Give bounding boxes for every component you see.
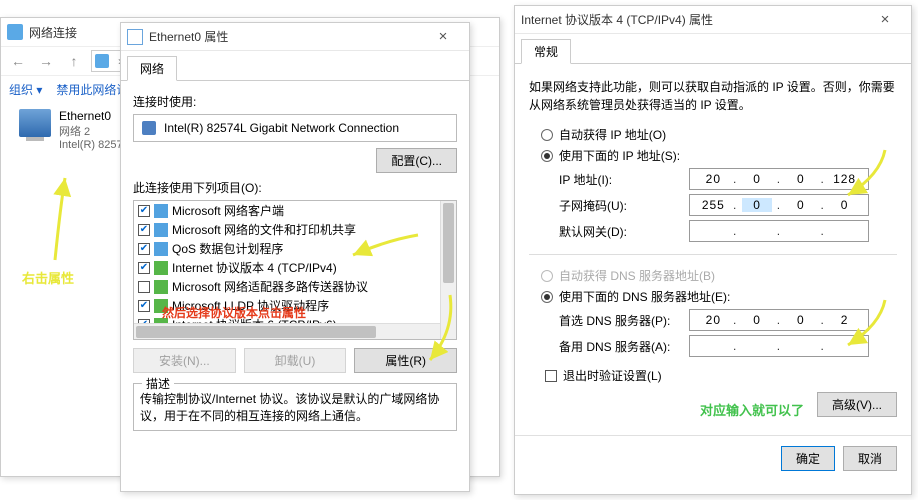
radio-mark [541, 270, 553, 282]
ip-titlebar: Internet 协议版本 4 (TCP/IPv4) 属性 × [515, 6, 911, 34]
description-legend: 描述 [142, 375, 174, 392]
ethernet-icon [127, 29, 143, 45]
configure-button[interactable]: 配置(C)... [376, 148, 457, 173]
connect-using-label: 连接时使用: [133, 93, 457, 110]
dns1-input[interactable]: 20. 0. 0. 2 [689, 309, 869, 331]
install-button: 安装(N)... [133, 348, 236, 373]
radio-static-ip[interactable]: 使用下面的 IP 地址(S): [541, 147, 897, 164]
field-dns2: 备用 DNS 服务器(A): ... [559, 335, 897, 357]
field-gateway: 默认网关(D): ... [559, 220, 897, 242]
adapter-status: 网络 2 [59, 123, 129, 139]
radio-mark [541, 291, 553, 303]
ip-address-label: IP 地址(I): [559, 171, 689, 188]
items-label: 此连接使用下列项目(O): [133, 179, 457, 196]
item-checkbox[interactable] [138, 205, 150, 217]
protocol-item[interactable]: Microsoft 网络的文件和打印机共享 [134, 220, 456, 239]
ip-intro-text: 如果网络支持此功能，则可以获取自动指派的 IP 设置。否则，你需要从网络系统管理… [529, 78, 897, 114]
tab-general[interactable]: 常规 [521, 39, 571, 64]
adapter-text: Ethernet0 网络 2 Intel(R) 82574 [59, 109, 129, 151]
item-checkbox[interactable] [138, 262, 150, 274]
protocol-label: QoS 数据包计划程序 [172, 240, 283, 257]
horizontal-scrollbar[interactable] [134, 323, 440, 339]
protocol-label: Microsoft 网络客户端 [172, 202, 284, 219]
network-icon [7, 24, 23, 40]
field-dns1: 首选 DNS 服务器(P): 20. 0. 0. 2 [559, 309, 897, 331]
subnet-mask-label: 子网掩码(U): [559, 197, 689, 214]
up-button[interactable]: ↑ [63, 50, 85, 72]
radio-label: 使用下面的 IP 地址(S): [559, 147, 680, 164]
gateway-label: 默认网关(D): [559, 223, 689, 240]
protocol-icon [154, 204, 168, 218]
scroll-thumb[interactable] [443, 203, 454, 283]
close-button[interactable]: × [423, 23, 463, 51]
dns2-input[interactable]: ... [689, 335, 869, 357]
radio-label: 自动获得 DNS 服务器地址(B) [559, 267, 715, 284]
protocol-item[interactable]: Internet 协议版本 4 (TCP/IPv4) [134, 258, 456, 277]
network-icon [95, 54, 109, 68]
validate-checkbox[interactable]: 退出时验证设置(L) [545, 367, 897, 384]
organize-menu[interactable]: 组织 ▾ [9, 81, 42, 98]
ipv4-properties-dialog: Internet 协议版本 4 (TCP/IPv4) 属性 × 常规 如果网络支… [514, 5, 912, 495]
prop-titlebar: Ethernet0 属性 × [121, 23, 469, 51]
radio-label: 自动获得 IP 地址(O) [559, 126, 666, 143]
hscroll-thumb[interactable] [136, 326, 376, 338]
protocol-item[interactable]: QoS 数据包计划程序 [134, 239, 456, 258]
radio-mark [541, 150, 553, 162]
properties-button[interactable]: 属性(R) [354, 348, 457, 373]
back-button[interactable]: ← [7, 50, 29, 72]
subnet-mask-input[interactable]: 255. 0. 0. 0 [689, 194, 869, 216]
description-group: 描述 传输控制协议/Internet 协议。该协议是默认的广域网络协议，用于在不… [133, 383, 457, 431]
radio-mark [541, 129, 553, 141]
protocol-label: Internet 协议版本 4 (TCP/IPv4) [172, 259, 337, 276]
checkbox-mark [545, 370, 557, 382]
nic-name: Intel(R) 82574L Gigabit Network Connecti… [164, 121, 399, 135]
adapter-properties-dialog: Ethernet0 属性 × 网络 连接时使用: Intel(R) 82574L… [120, 22, 470, 492]
item-checkbox[interactable] [138, 243, 150, 255]
radio-auto-dns: 自动获得 DNS 服务器地址(B) [541, 267, 897, 284]
protocol-item[interactable]: Microsoft 网络适配器多路传送器协议 [134, 277, 456, 296]
close-button[interactable]: × [865, 6, 905, 34]
protocol-items-listbox[interactable]: Microsoft 网络客户端 Microsoft 网络的文件和打印机共享 QoS … [133, 200, 457, 340]
adapter-name: Ethernet0 [59, 109, 129, 123]
ip-title: Internet 协议版本 4 (TCP/IPv4) 属性 [521, 11, 865, 28]
protocol-icon [154, 280, 168, 294]
item-checkbox[interactable] [138, 281, 150, 293]
field-subnet-mask: 子网掩码(U): 255. 0. 0. 0 [559, 194, 897, 216]
dns1-label: 首选 DNS 服务器(P): [559, 312, 689, 329]
radio-auto-ip[interactable]: 自动获得 IP 地址(O) [541, 126, 897, 143]
uninstall-button: 卸载(U) [244, 348, 347, 373]
cancel-button[interactable]: 取消 [843, 446, 897, 471]
protocol-icon [154, 223, 168, 237]
adapter-device: Intel(R) 82574 [59, 139, 129, 151]
gateway-input[interactable]: ... [689, 220, 869, 242]
disable-device-cmd[interactable]: 禁用此网络说 [56, 81, 128, 98]
forward-button[interactable]: → [35, 50, 57, 72]
ip-tabstrip: 常规 [515, 34, 911, 64]
protocol-label: Microsoft 网络的文件和打印机共享 [172, 221, 356, 238]
adapter-icon [19, 109, 51, 137]
item-checkbox[interactable] [138, 300, 150, 312]
field-ip-address: IP 地址(I): 20. 0. 0. 128 [559, 168, 897, 190]
dns2-label: 备用 DNS 服务器(A): [559, 338, 689, 355]
ok-button[interactable]: 确定 [781, 446, 835, 471]
nic-icon [142, 121, 156, 135]
vertical-scrollbar[interactable] [440, 201, 456, 339]
nic-display: Intel(R) 82574L Gigabit Network Connecti… [133, 114, 457, 142]
validate-label: 退出时验证设置(L) [563, 367, 662, 384]
dialog-footer: 确定 取消 [515, 435, 911, 481]
protocol-icon [154, 242, 168, 256]
protocol-icon [154, 261, 168, 275]
description-text: 传输控制协议/Internet 协议。该协议是默认的广域网络协议，用于在不同的相… [140, 392, 439, 423]
item-checkbox[interactable] [138, 224, 150, 236]
protocol-item[interactable]: Microsoft 网络客户端 [134, 201, 456, 220]
advanced-button[interactable]: 高级(V)... [817, 392, 897, 417]
prop-tabstrip: 网络 [121, 51, 469, 81]
tab-network[interactable]: 网络 [127, 56, 177, 81]
annotation-select-protocol: 然后选择协议版本点击属性 [162, 304, 306, 321]
radio-static-dns[interactable]: 使用下面的 DNS 服务器地址(E): [541, 288, 897, 305]
radio-label: 使用下面的 DNS 服务器地址(E): [559, 288, 730, 305]
protocol-label: Microsoft 网络适配器多路传送器协议 [172, 278, 368, 295]
prop-title: Ethernet0 属性 [149, 28, 423, 45]
ip-address-input[interactable]: 20. 0. 0. 128 [689, 168, 869, 190]
